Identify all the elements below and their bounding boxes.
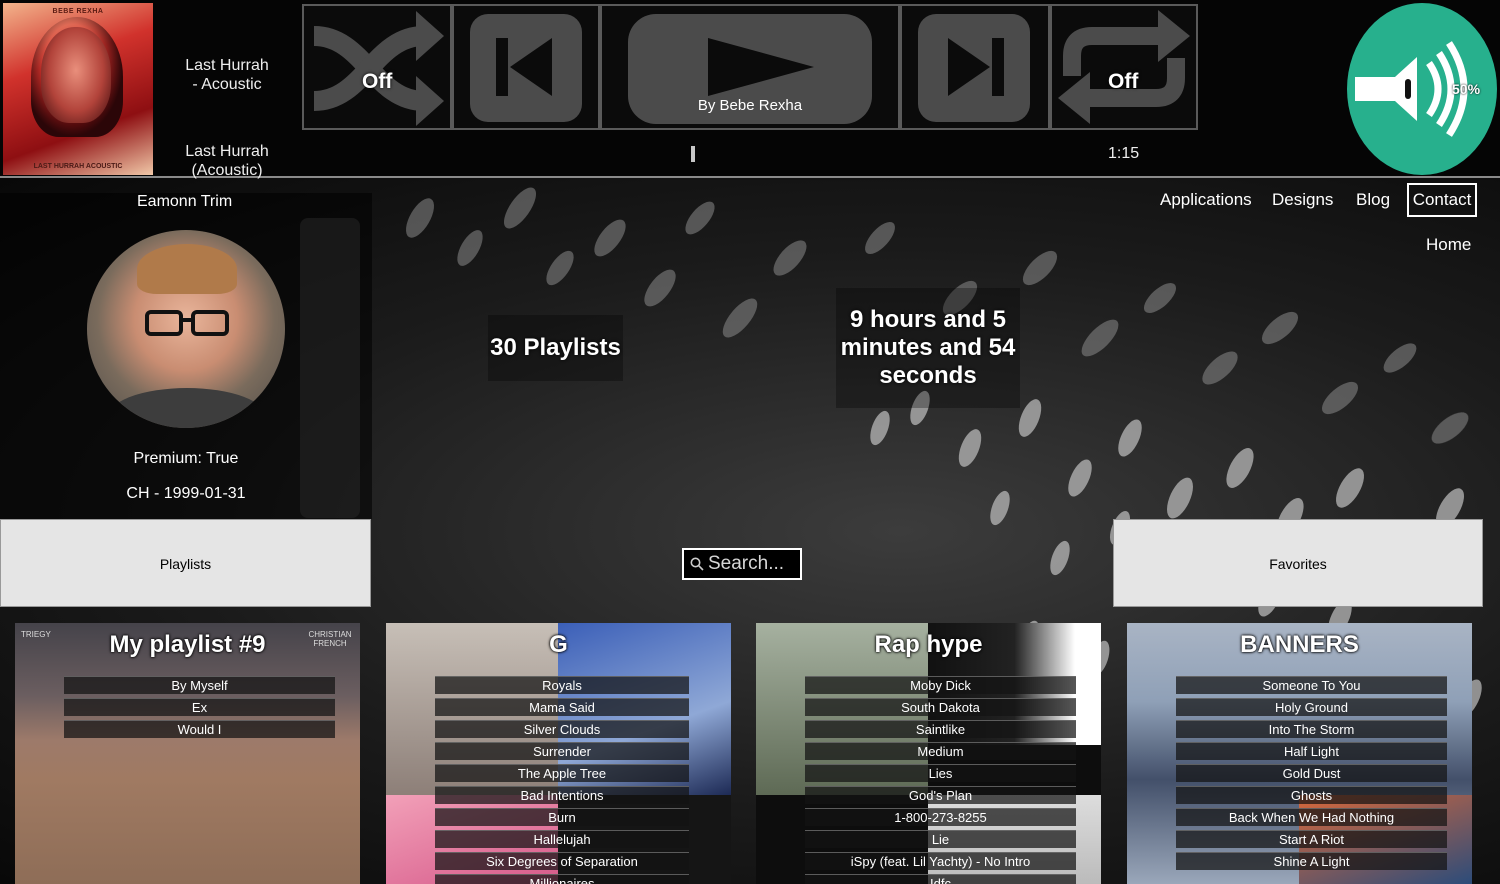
track-item[interactable]: Lie xyxy=(805,830,1076,848)
track-item[interactable]: Surrender xyxy=(435,742,689,760)
skip-back-icon xyxy=(470,14,582,122)
track-label: Last Hurrah - Acoustic xyxy=(185,57,269,93)
track-item[interactable]: Holy Ground xyxy=(1176,698,1447,716)
track-item[interactable]: Lies xyxy=(805,764,1076,782)
nav-contact[interactable]: Contact xyxy=(1407,183,1477,217)
track-item[interactable]: iSpy (feat. Lil Yachty) - No Intro xyxy=(805,852,1076,870)
search-box[interactable] xyxy=(682,548,802,580)
track-item[interactable]: Someone To You xyxy=(1176,676,1447,694)
track-item[interactable]: Saintlike xyxy=(805,720,1076,738)
playlist-count: 30 Playlists xyxy=(488,315,623,381)
premium-status: Premium: True xyxy=(133,450,239,467)
track-item[interactable]: Six Degrees of Separation xyxy=(435,852,689,870)
shuffle-icon xyxy=(313,11,444,126)
play-button[interactable]: By Bebe Rexha xyxy=(600,4,900,130)
glasses-shape xyxy=(145,310,229,336)
track-list: Moby Dick South Dakota Saintlike Medium … xyxy=(805,676,1076,884)
next-button[interactable] xyxy=(900,4,1050,130)
repeat-state-label: Off xyxy=(1108,70,1139,93)
playlist-title: Rap hype xyxy=(874,631,983,658)
track-item[interactable]: Hallelujah xyxy=(435,830,689,848)
track-item[interactable]: Mama Said xyxy=(435,698,689,716)
nav-home[interactable]: Home xyxy=(1426,235,1471,255)
track-item[interactable]: By Myself xyxy=(64,676,335,694)
volume-button[interactable]: 50% xyxy=(1347,3,1497,175)
track-item[interactable]: Gold Dust xyxy=(1176,764,1447,782)
track-item[interactable]: Into The Storm xyxy=(1176,720,1447,738)
player-bar: BEBE REXHA LAST HURRAH ACOUSTIC Last Hur… xyxy=(0,0,1500,179)
track-item[interactable]: Bad Intentions xyxy=(435,786,689,804)
track-list: By Myself Ex Would I xyxy=(64,676,335,742)
track-item[interactable]: South Dakota xyxy=(805,698,1076,716)
track-item[interactable]: 1-800-273-8255 xyxy=(805,808,1076,826)
playlist-card[interactable]: TRIEGY CHRISTIAN FRENCH My playlist #9 B… xyxy=(15,623,360,884)
repeat-icon xyxy=(1058,10,1190,124)
playlist-title: G xyxy=(549,631,568,658)
now-playing-artist: By Bebe Rexha xyxy=(697,97,803,114)
playlist-card[interactable]: BANNERS Someone To You Holy Ground Into … xyxy=(1127,623,1472,884)
track-item[interactable]: Ex xyxy=(64,698,335,716)
playlist-card[interactable]: G Royals Mama Said Silver Clouds Surrend… xyxy=(386,623,731,884)
track-item[interactable]: Burn xyxy=(435,808,689,826)
track-item[interactable]: Back When We Had Nothing xyxy=(1176,808,1447,826)
skip-forward-icon xyxy=(918,14,1030,122)
track-item[interactable]: Silver Clouds xyxy=(435,720,689,738)
nav-blog[interactable]: Blog xyxy=(1356,184,1390,216)
track-item[interactable]: Start A Riot xyxy=(1176,830,1447,848)
track-item[interactable]: Moby Dick xyxy=(805,676,1076,694)
nav-applications[interactable]: Applications xyxy=(1160,184,1252,216)
search-icon xyxy=(690,557,704,571)
track-title: Last Hurrah (Acoustic) xyxy=(185,143,269,179)
avatar-hair-shape xyxy=(137,244,237,294)
avatar-shirt-shape xyxy=(107,388,267,428)
total-duration: 9 hours and 5 minutes and 54 seconds xyxy=(836,288,1020,408)
track-item[interactable]: God's Plan xyxy=(805,786,1076,804)
favorites-button[interactable]: Favorites xyxy=(1113,519,1483,607)
track-item[interactable]: Would I xyxy=(64,720,335,738)
elapsed-time: 1:15 xyxy=(1108,145,1140,162)
track-item[interactable]: Royals xyxy=(435,676,689,694)
avatar xyxy=(87,230,285,428)
nav-designs[interactable]: Designs xyxy=(1272,184,1333,216)
album-face-shape xyxy=(41,27,111,123)
track-list: Royals Mama Said Silver Clouds Surrender… xyxy=(435,676,689,884)
track-item[interactable]: Medium xyxy=(805,742,1076,760)
track-item[interactable]: Half Light xyxy=(1176,742,1447,760)
track-list: Someone To You Holy Ground Into The Stor… xyxy=(1176,676,1447,874)
progress-handle[interactable] xyxy=(691,146,695,162)
album-caption-text: LAST HURRAH ACOUSTIC xyxy=(33,163,123,170)
album-cover: BEBE REXHA LAST HURRAH ACOUSTIC xyxy=(3,3,153,175)
album-artist-text: BEBE REXHA xyxy=(52,8,104,15)
shuffle-button[interactable]: Off xyxy=(302,4,452,130)
profile-name: Eamonn Trim xyxy=(137,193,233,210)
search-input[interactable] xyxy=(708,553,798,575)
previous-button[interactable] xyxy=(452,4,600,130)
track-item[interactable]: Ghosts xyxy=(1176,786,1447,804)
shuffle-state-label: Off xyxy=(362,70,393,93)
track-item[interactable]: The Apple Tree xyxy=(435,764,689,782)
playlist-card[interactable]: Rap hype Moby Dick South Dakota Saintlik… xyxy=(756,623,1101,884)
repeat-button[interactable]: Off xyxy=(1050,4,1198,130)
track-item[interactable]: Idfc xyxy=(805,874,1076,884)
playlist-title: My playlist #9 xyxy=(109,631,266,658)
playlist-title: BANNERS xyxy=(1240,631,1359,658)
track-item[interactable]: Shine A Light xyxy=(1176,852,1447,870)
volume-level: 50% xyxy=(1452,81,1481,97)
playlists-button[interactable]: Playlists xyxy=(0,519,371,607)
country-birthdate: CH - 1999-01-31 xyxy=(126,485,246,502)
track-item[interactable]: Millionaires xyxy=(435,874,689,884)
